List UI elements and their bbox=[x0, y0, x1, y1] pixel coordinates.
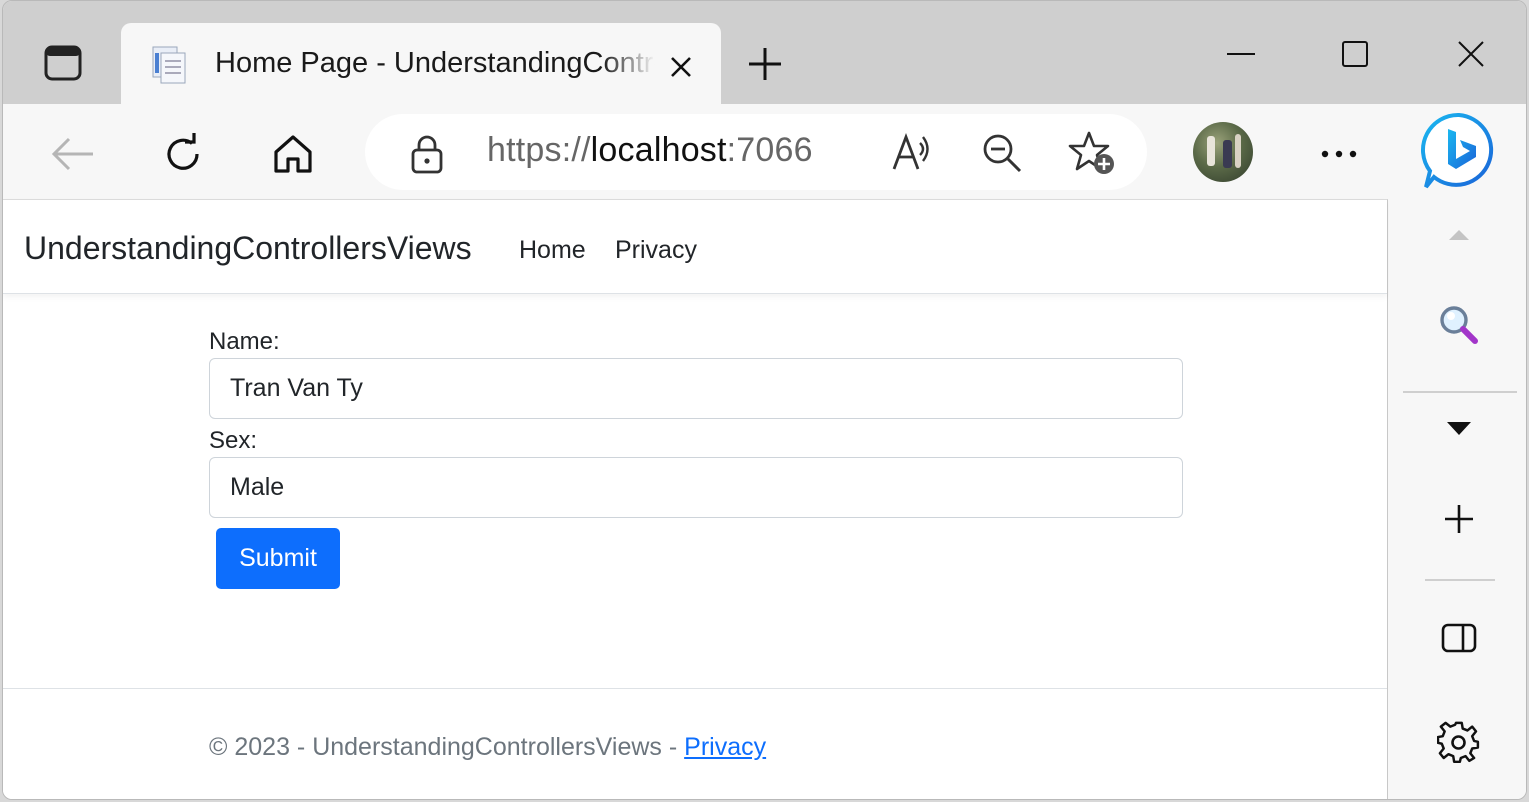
person-form: Name: Sex: Submit bbox=[209, 326, 1183, 589]
name-label: Name: bbox=[209, 328, 280, 355]
sidebar-divider bbox=[1425, 579, 1495, 581]
zoom-out-icon[interactable] bbox=[977, 128, 1027, 178]
sidebar-toggle-icon[interactable] bbox=[1429, 608, 1489, 668]
bing-copilot-icon[interactable] bbox=[1420, 111, 1498, 191]
nav-link-home[interactable]: Home bbox=[519, 236, 586, 265]
footer-copyright: © 2023 - UnderstandingControllersViews - bbox=[209, 733, 685, 761]
url-text[interactable]: https://localhost:7066 bbox=[487, 131, 813, 170]
refresh-icon[interactable] bbox=[155, 126, 211, 182]
tab-bar: Home Page - UnderstandingControllersView… bbox=[3, 1, 1526, 105]
edge-sidebar bbox=[1389, 199, 1526, 799]
close-icon[interactable] bbox=[659, 45, 703, 89]
read-aloud-icon[interactable] bbox=[887, 128, 937, 178]
browser-toolbar: https://localhost:7066 bbox=[3, 104, 1526, 200]
plus-icon[interactable] bbox=[1429, 489, 1489, 549]
address-bar[interactable]: https://localhost:7066 bbox=[365, 114, 1147, 190]
sex-label: Sex: bbox=[209, 427, 258, 454]
scroll-down-icon[interactable] bbox=[1429, 398, 1489, 458]
search-icon[interactable] bbox=[1429, 295, 1489, 355]
navbar-brand[interactable]: UnderstandingControllersViews bbox=[24, 230, 472, 267]
nav-link-privacy[interactable]: Privacy bbox=[615, 236, 697, 265]
maximize-icon[interactable] bbox=[1325, 29, 1385, 79]
ellipsis-icon[interactable] bbox=[1311, 126, 1367, 182]
site-footer: © 2023 - UnderstandingControllersViews -… bbox=[3, 688, 1387, 799]
footer-privacy-link[interactable]: Privacy bbox=[684, 733, 766, 761]
footer-text: © 2023 - UnderstandingControllersViews -… bbox=[209, 733, 766, 762]
back-arrow-icon[interactable] bbox=[45, 126, 101, 182]
sidebar-divider bbox=[1403, 391, 1517, 393]
plus-icon[interactable] bbox=[737, 39, 793, 89]
minimize-icon[interactable] bbox=[1211, 29, 1271, 79]
page-favicon-icon bbox=[149, 45, 189, 85]
scroll-up-icon[interactable] bbox=[1429, 205, 1489, 265]
web-page: UnderstandingControllersViews Home Priva… bbox=[3, 199, 1388, 799]
lock-icon[interactable] bbox=[409, 134, 445, 179]
tab-title: Home Page - UnderstandingControllersView… bbox=[215, 47, 655, 79]
avatar[interactable] bbox=[1193, 122, 1253, 182]
sex-input[interactable] bbox=[209, 457, 1183, 518]
site-navbar: UnderstandingControllersViews Home Priva… bbox=[3, 200, 1387, 294]
gear-icon[interactable] bbox=[1429, 713, 1489, 773]
name-input[interactable] bbox=[209, 358, 1183, 419]
submit-button[interactable]: Submit bbox=[216, 528, 340, 589]
tab-actions-icon[interactable] bbox=[29, 29, 97, 97]
star-plus-icon[interactable] bbox=[1067, 128, 1117, 178]
active-tab[interactable]: Home Page - UnderstandingControllersView… bbox=[121, 23, 721, 105]
home-icon[interactable] bbox=[265, 126, 321, 182]
browser-window: Home Page - UnderstandingControllersView… bbox=[2, 0, 1527, 800]
close-icon[interactable] bbox=[1441, 29, 1501, 79]
